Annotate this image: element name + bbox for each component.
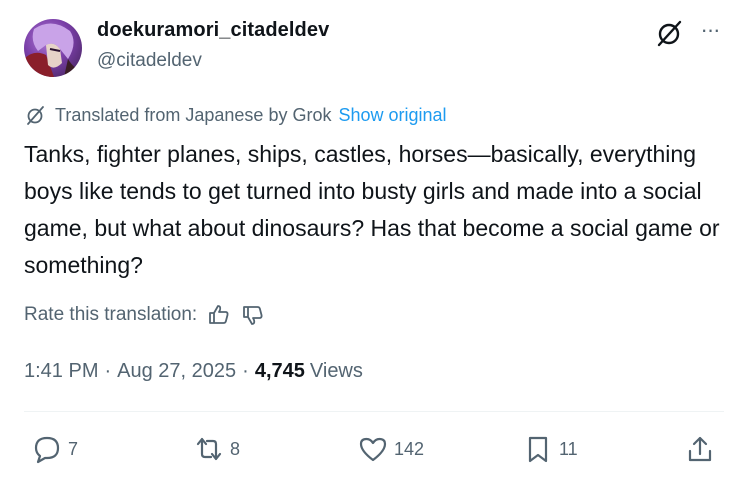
like-button[interactable]: 142 — [358, 432, 424, 466]
repost-count: 8 — [230, 438, 241, 459]
grok-icon[interactable] — [655, 18, 685, 48]
repost-button[interactable]: 8 — [194, 432, 240, 466]
views-label: Views — [309, 360, 363, 382]
bookmark-icon — [528, 436, 548, 463]
divider — [24, 411, 724, 412]
thumbs-down-icon[interactable] — [241, 303, 265, 327]
avatar-image — [24, 23, 82, 77]
grok-icon — [27, 106, 44, 125]
rate-label: Rate this translation: — [24, 304, 198, 325]
reply-icon — [34, 436, 60, 464]
share-icon — [688, 436, 712, 462]
bookmark-count: 11 — [559, 438, 578, 459]
tweet-date[interactable]: Aug 27, 2025 — [117, 360, 236, 383]
reply-count: 7 — [68, 438, 79, 459]
translation-note: Translated from Japanese by Grok — [55, 104, 332, 125]
heart-icon — [359, 437, 387, 462]
translation-notice: Translated from Japanese by Grok Show or… — [25, 103, 447, 127]
thumbs-up-icon[interactable] — [207, 303, 231, 327]
views-count: 4,745 — [254, 360, 305, 382]
tweet-meta: 1:41 PM · Aug 27, 2025 · 4,745 Views — [24, 360, 363, 383]
tweet-time[interactable]: 1:41 PM — [24, 360, 98, 383]
bookmark-button[interactable]: 11 — [523, 432, 578, 466]
rate-translation: Rate this translation: — [24, 302, 265, 328]
show-original-link[interactable]: Show original — [338, 105, 446, 126]
reply-button[interactable]: 7 — [32, 432, 78, 466]
share-button[interactable] — [685, 432, 715, 466]
like-count: 142 — [394, 438, 425, 459]
meta-separator: · — [242, 360, 249, 382]
more-options-icon[interactable]: ··· — [697, 17, 723, 47]
display-name[interactable]: doekuramori_citadeldev — [97, 19, 329, 42]
meta-separator: · — [104, 360, 112, 382]
tweet-card: doekuramori_citadeldev @citadeldev ··· T… — [0, 0, 748, 485]
avatar[interactable] — [24, 19, 82, 77]
tweet-text: Tanks, fighter planes, ships, castles, h… — [24, 141, 720, 278]
repost-icon — [196, 437, 222, 461]
user-handle[interactable]: @citadeldev — [97, 50, 202, 72]
